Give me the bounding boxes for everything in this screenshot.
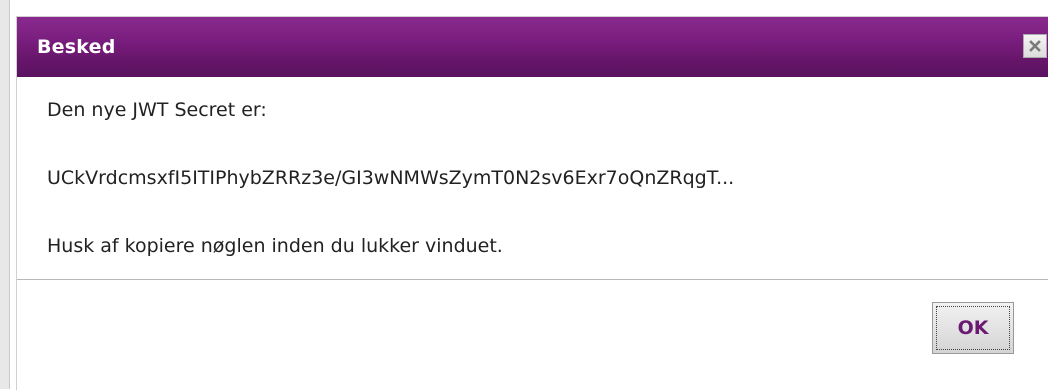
background-top [0,0,1048,12]
message-dialog: Besked Den nye JWT Secret er: UCkVrdcmsx… [16,16,1048,390]
message-line-intro: Den nye JWT Secret er: [47,99,267,121]
background-left-panel [0,0,10,389]
jwt-secret-text: UCkVrdcmsxfI5ITIPhybZRRz3e/GI3wNMWsZymT0… [47,167,735,189]
close-icon [1029,40,1041,52]
message-line-reminder: Husk af kopiere nøglen inden du lukker v… [47,235,503,257]
dialog-title: Besked [37,36,116,58]
close-button[interactable] [1023,34,1047,58]
ok-button-label: OK [957,317,989,339]
dialog-titlebar[interactable]: Besked [17,17,1048,77]
button-pane-divider [17,279,1048,280]
ok-button[interactable]: OK [932,302,1014,354]
